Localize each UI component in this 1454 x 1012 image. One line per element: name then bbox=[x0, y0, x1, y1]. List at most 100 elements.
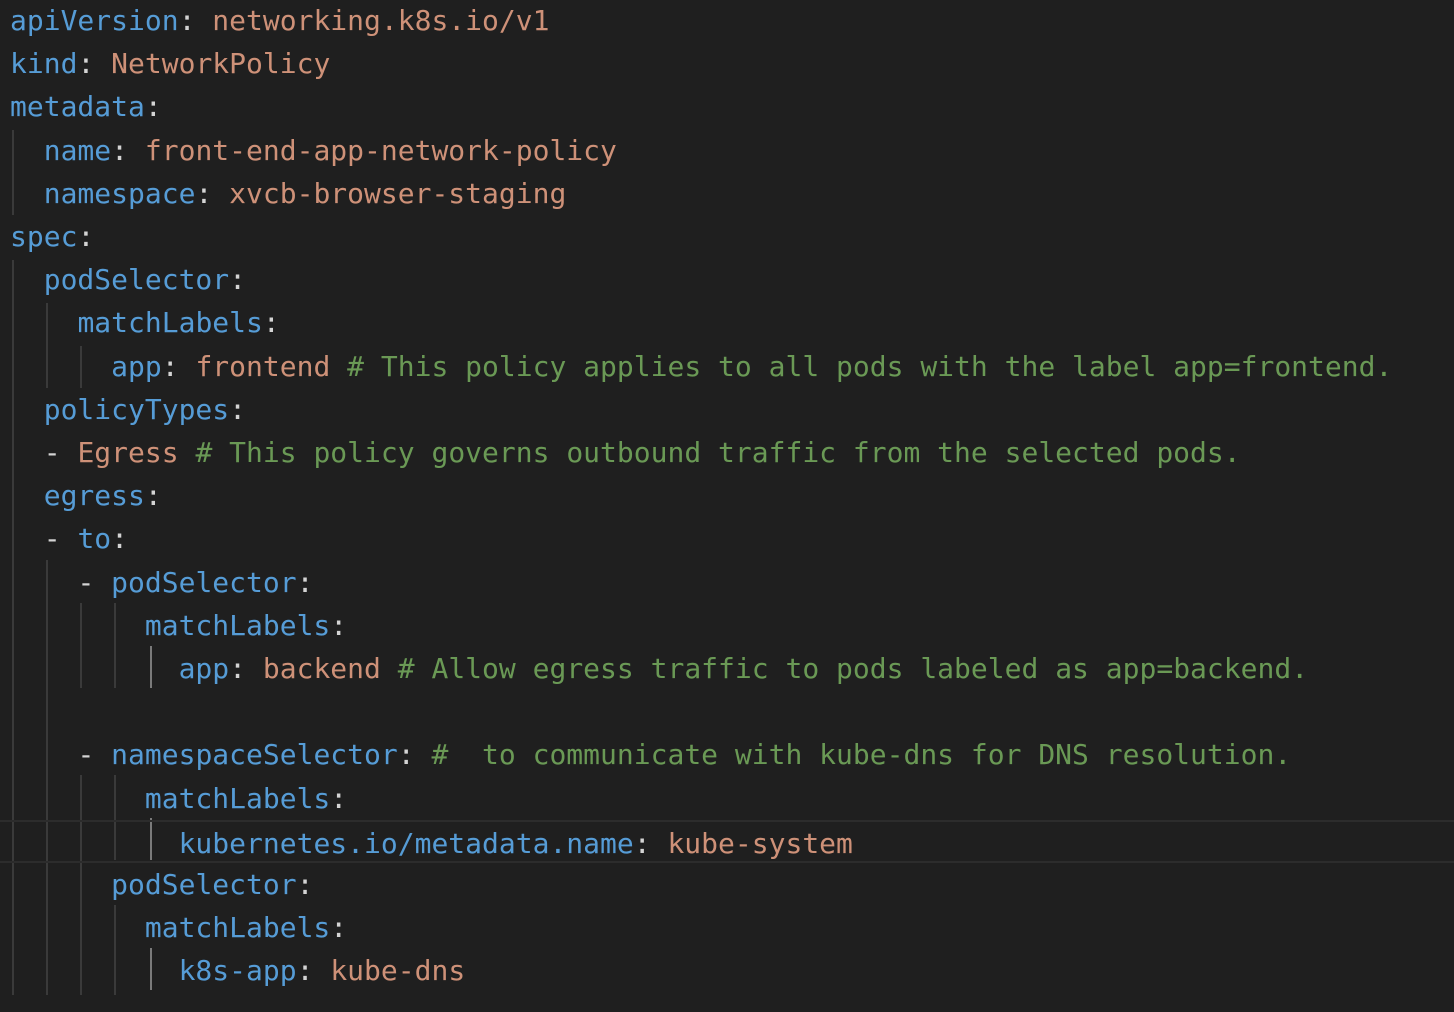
yaml-key: to bbox=[77, 522, 112, 556]
key-separator: : bbox=[161, 349, 196, 383]
yaml-value: networking.k8s.io/v1 bbox=[212, 4, 550, 37]
yaml-key: podSelector bbox=[43, 263, 230, 297]
key-separator: : bbox=[195, 176, 230, 210]
yaml-key: app bbox=[178, 652, 230, 685]
yaml-key: namespace bbox=[43, 176, 196, 210]
yaml-value: Egress bbox=[77, 436, 179, 469]
yaml-value: backend bbox=[262, 652, 381, 685]
code-line[interactable]: - podSelector: bbox=[10, 561, 313, 604]
key-separator: : bbox=[296, 868, 314, 901]
yaml-key: podSelector bbox=[111, 868, 297, 901]
code-line[interactable]: policyTypes: bbox=[10, 388, 246, 431]
yaml-key: kind bbox=[10, 47, 78, 81]
yaml-key: kubernetes.io/metadata.name bbox=[178, 826, 634, 860]
list-dash: - bbox=[77, 738, 112, 772]
yaml-value: kube-system bbox=[667, 826, 853, 860]
code-line[interactable]: kind: NetworkPolicy bbox=[10, 42, 330, 85]
list-dash: - bbox=[77, 565, 112, 599]
list-dash: - bbox=[43, 522, 78, 556]
key-separator: : bbox=[296, 565, 314, 599]
yaml-key: apiVersion bbox=[10, 4, 179, 37]
code-line[interactable]: - Egress # This policy governs outbound … bbox=[10, 431, 1241, 474]
yaml-key: matchLabels bbox=[144, 781, 331, 815]
yaml-key: metadata bbox=[10, 90, 145, 124]
yaml-value: frontend bbox=[195, 349, 331, 383]
key-separator: : bbox=[77, 220, 95, 253]
key-separator: : bbox=[330, 911, 348, 945]
key-separator: : bbox=[330, 781, 348, 815]
code-line[interactable]: spec: bbox=[10, 215, 94, 258]
key-separator: : bbox=[296, 954, 331, 988]
key-separator: : bbox=[262, 306, 280, 340]
yaml-key: k8s-app bbox=[178, 954, 297, 988]
code-line[interactable]: - to: bbox=[10, 517, 128, 560]
yaml-key: matchLabels bbox=[144, 608, 331, 642]
code-line[interactable]: namespace: xvcb-browser-staging bbox=[10, 172, 567, 215]
code-line[interactable]: name: front-end-app-network-policy bbox=[10, 129, 617, 172]
key-separator: : bbox=[144, 479, 162, 513]
yaml-key: spec bbox=[10, 220, 78, 253]
code-line[interactable]: egress: bbox=[10, 474, 162, 517]
yaml-value: NetworkPolicy bbox=[111, 47, 331, 81]
yaml-value: front-end-app-network-policy bbox=[144, 133, 617, 167]
key-separator: : bbox=[111, 133, 145, 167]
code-editor[interactable]: apiVersion: networking.k8s.io/v1 kind: Ne… bbox=[0, 0, 1454, 1012]
yaml-key: matchLabels bbox=[144, 911, 331, 945]
key-separator: : bbox=[111, 522, 129, 556]
code-line[interactable]: app: frontend # This policy applies to a… bbox=[10, 345, 1392, 388]
key-separator: : bbox=[397, 738, 415, 772]
code-line[interactable]: apiVersion: networking.k8s.io/v1 bbox=[10, 0, 549, 42]
yaml-key: matchLabels bbox=[77, 306, 263, 340]
code-line[interactable]: app: backend # Allow egress traffic to p… bbox=[10, 647, 1308, 690]
code-line[interactable]: kubernetes.io/metadata.name: kube-system bbox=[0, 819, 1454, 863]
key-separator: : bbox=[229, 392, 247, 426]
key-separator: : bbox=[633, 826, 668, 860]
yaml-key: egress bbox=[43, 479, 145, 513]
code-line[interactable]: - namespaceSelector: # to communicate wi… bbox=[10, 733, 1291, 776]
code-line[interactable]: podSelector: bbox=[10, 258, 246, 301]
yaml-key: policyTypes bbox=[43, 392, 230, 426]
yaml-value: xvcb-browser-staging bbox=[229, 176, 567, 210]
key-separator: : bbox=[77, 47, 112, 81]
yaml-comment: # Allow egress traffic to pods labeled a… bbox=[380, 652, 1309, 685]
code-line[interactable]: k8s-app: kube-dns bbox=[10, 949, 466, 992]
key-separator: : bbox=[229, 263, 247, 297]
key-separator: : bbox=[178, 4, 213, 37]
yaml-key: namespaceSelector bbox=[111, 738, 398, 772]
code-line[interactable]: matchLabels: bbox=[10, 301, 280, 344]
yaml-key: app bbox=[111, 349, 162, 383]
key-separator: : bbox=[144, 90, 162, 124]
key-separator: : bbox=[229, 652, 263, 685]
list-dash: - bbox=[43, 436, 78, 469]
yaml-key: podSelector bbox=[111, 565, 297, 599]
code-line[interactable]: podSelector: bbox=[10, 863, 313, 906]
yaml-comment: # This policy applies to all pods with t… bbox=[330, 349, 1393, 383]
key-separator: : bbox=[330, 608, 348, 642]
code-line[interactable]: metadata: bbox=[10, 85, 162, 128]
yaml-comment: # to communicate with kube-dns for DNS r… bbox=[414, 738, 1292, 772]
code-line[interactable]: matchLabels: bbox=[10, 777, 347, 820]
yaml-comment: # This policy governs outbound traffic f… bbox=[178, 436, 1241, 469]
code-line[interactable]: matchLabels: bbox=[10, 604, 347, 647]
yaml-key: name bbox=[43, 133, 112, 167]
yaml-value: kube-dns bbox=[330, 954, 466, 988]
code-line[interactable]: matchLabels: bbox=[10, 906, 347, 949]
